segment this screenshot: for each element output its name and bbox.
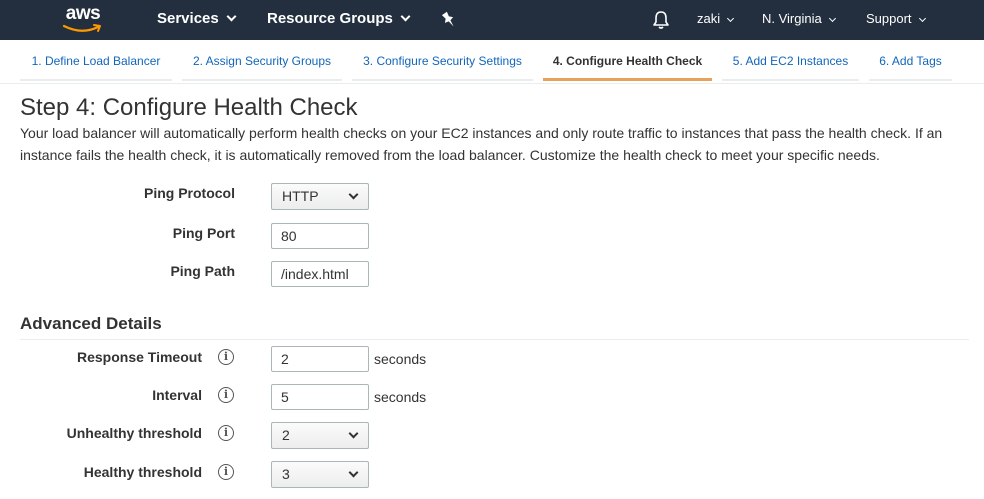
chevron-down-icon xyxy=(348,428,359,439)
unhealthy-threshold-value: 2 xyxy=(282,427,290,443)
chevron-down-icon xyxy=(918,14,926,23)
interval-label: Interval xyxy=(152,387,202,403)
interval-input[interactable]: 5 xyxy=(271,384,369,410)
support-menu[interactable]: Support xyxy=(866,0,926,40)
wizard-step-configure-security-settings[interactable]: 3. Configure Security Settings xyxy=(352,54,533,81)
section-divider xyxy=(20,339,969,340)
interval-unit: seconds xyxy=(374,389,427,405)
unhealthy-threshold-label: Unhealthy threshold xyxy=(66,425,202,441)
info-icon[interactable]: i xyxy=(218,349,234,365)
ping-port-input[interactable]: 80 xyxy=(271,223,369,249)
resource-groups-menu[interactable]: Resource Groups xyxy=(267,0,411,40)
aws-logo[interactable]: aws xyxy=(60,3,106,37)
chevron-down-icon xyxy=(226,11,237,22)
healthy-threshold-select[interactable]: 3 xyxy=(271,461,369,488)
ping-protocol-value: HTTP xyxy=(282,188,319,204)
chevron-down-icon xyxy=(348,467,359,478)
region-menu[interactable]: N. Virginia xyxy=(762,0,836,40)
advanced-details-heading: Advanced Details xyxy=(20,314,162,333)
ping-path-input[interactable]: /index.html xyxy=(271,261,369,287)
page-title: Step 4: Configure Health Check xyxy=(20,94,358,121)
wizard-step-add-ec2-instances[interactable]: 5. Add EC2 Instances xyxy=(722,54,859,81)
chevron-down-icon xyxy=(727,14,735,23)
ping-port-label: Ping Port xyxy=(172,225,235,241)
wizard-step-define-load-balancer[interactable]: 1. Define Load Balancer xyxy=(20,54,172,81)
ping-path-label: Ping Path xyxy=(170,263,235,279)
resource-groups-label: Resource Groups xyxy=(267,10,393,27)
response-timeout-label: Response Timeout xyxy=(77,349,202,365)
aws-logo-text: aws xyxy=(65,3,101,24)
wizard-step-add-tags[interactable]: 6. Add Tags xyxy=(869,54,952,81)
response-timeout-unit: seconds xyxy=(374,351,427,367)
healthy-threshold-value: 3 xyxy=(282,466,290,482)
unhealthy-threshold-select[interactable]: 2 xyxy=(271,422,369,449)
bell-icon[interactable] xyxy=(652,10,670,35)
user-menu[interactable]: zaki xyxy=(697,0,735,40)
pin-icon[interactable] xyxy=(441,11,457,34)
wizard-steps: 1. Define Load Balancer 2. Assign Securi… xyxy=(0,40,984,84)
response-timeout-input[interactable]: 2 xyxy=(271,346,369,372)
info-icon[interactable]: i xyxy=(218,387,234,403)
chevron-down-icon xyxy=(400,11,411,22)
page-description: Your load balancer will automatically pe… xyxy=(20,125,943,163)
healthy-threshold-label: Healthy threshold xyxy=(83,464,202,480)
info-icon[interactable]: i xyxy=(218,464,234,480)
top-nav-bar: aws Services Resource Groups zaki N. Vir… xyxy=(0,0,984,40)
services-label: Services xyxy=(157,10,219,27)
region-label: N. Virginia xyxy=(762,11,822,26)
support-label: Support xyxy=(866,11,912,26)
wizard-step-configure-health-check[interactable]: 4. Configure Health Check xyxy=(543,54,712,81)
ping-protocol-label: Ping Protocol xyxy=(144,185,235,201)
ping-protocol-select[interactable]: HTTP xyxy=(271,183,369,210)
user-label: zaki xyxy=(697,11,721,26)
aws-smile-icon xyxy=(62,24,101,32)
info-icon[interactable]: i xyxy=(218,425,234,441)
chevron-down-icon xyxy=(348,189,359,200)
services-menu[interactable]: Services xyxy=(157,0,237,40)
wizard-step-assign-security-groups[interactable]: 2. Assign Security Groups xyxy=(182,54,342,81)
chevron-down-icon xyxy=(828,14,836,23)
